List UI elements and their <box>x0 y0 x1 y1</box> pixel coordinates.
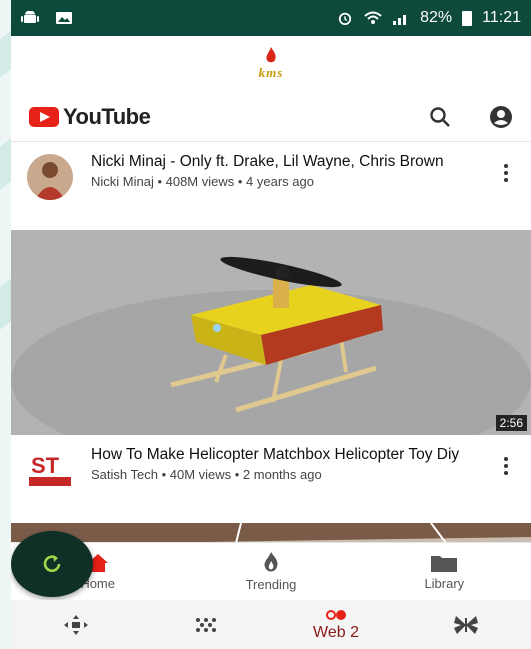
wifi-icon <box>364 11 382 24</box>
video-title[interactable]: Nicki Minaj - Only ft. Drake, Lil Wayne,… <box>91 152 495 171</box>
nav-butterfly[interactable] <box>401 614 531 636</box>
account-icon[interactable] <box>489 105 513 129</box>
clock: 11:21 <box>482 9 521 26</box>
video-channel-line: Satish Tech • 40M views • 2 months ago <box>91 467 322 482</box>
image-icon <box>56 12 72 24</box>
video-thumbnail[interactable] <box>11 523 531 542</box>
youtube-play-icon <box>29 106 59 127</box>
youtube-header: YouTube <box>11 92 531 142</box>
phone-screen: 82% 11:21 kms YouTube Nicki Minaj - Only… <box>11 0 531 649</box>
app-header: kms <box>11 36 531 92</box>
web2-icon <box>326 609 346 620</box>
kms-logo: kms <box>259 47 284 81</box>
tab-trending-label: Trending <box>245 576 297 592</box>
youtube-wordmark: YouTube <box>63 103 151 129</box>
next-thumbnail-image <box>11 523 531 542</box>
channel-avatar[interactable]: ST <box>27 447 73 493</box>
more-options-icon[interactable] <box>495 445 517 475</box>
nav-web2[interactable]: Web 2 <box>271 608 401 642</box>
video-feed: Nicki Minaj - Only ft. Drake, Lil Wayne,… <box>11 142 531 542</box>
app-bottom-nav: Web 2 <box>11 600 531 649</box>
svg-text:ST: ST <box>31 453 60 478</box>
alarm-icon <box>338 12 352 25</box>
battery-percent: 82% <box>420 9 453 26</box>
flame-icon <box>264 551 278 571</box>
video-item[interactable]: Nicki Minaj - Only ft. Drake, Lil Wayne,… <box>11 142 531 230</box>
flame-logo-icon <box>266 47 276 63</box>
search-icon[interactable] <box>429 106 451 128</box>
refresh-button[interactable] <box>11 531 93 597</box>
tab-library-label: Library <box>424 575 465 591</box>
status-bar: 82% 11:21 <box>11 0 531 36</box>
helicopter-thumbnail-image <box>11 230 531 435</box>
nav-web2-label: Web 2 <box>313 623 359 641</box>
kms-logo-text: kms <box>258 65 284 80</box>
youtube-logo[interactable]: YouTube <box>29 103 151 130</box>
video-title[interactable]: How To Make Helicopter Matchbox Helicopt… <box>91 445 495 464</box>
battery-icon <box>462 10 473 26</box>
tab-trending[interactable]: Trending <box>184 543 357 600</box>
dots-grid-icon <box>196 617 216 632</box>
video-item[interactable]: ST How To Make Helicopter Matchbox Helic… <box>11 435 531 523</box>
android-icon <box>21 11 39 23</box>
refresh-icon <box>43 555 61 573</box>
butterfly-icon <box>454 615 478 634</box>
folder-icon <box>431 555 458 572</box>
tab-library[interactable]: Library <box>358 543 531 600</box>
nav-move[interactable] <box>11 614 141 636</box>
channel-avatar[interactable] <box>27 154 73 200</box>
video-duration: 2:56 <box>495 415 527 431</box>
video-channel-line: Nicki Minaj • 408M views • 4 years ago <box>91 174 314 189</box>
video-thumbnail[interactable]: 2:56 <box>11 230 531 435</box>
signal-icon <box>393 15 407 25</box>
move-arrows-icon <box>64 614 88 635</box>
more-options-icon[interactable] <box>495 152 517 182</box>
nav-grid[interactable] <box>141 614 271 636</box>
